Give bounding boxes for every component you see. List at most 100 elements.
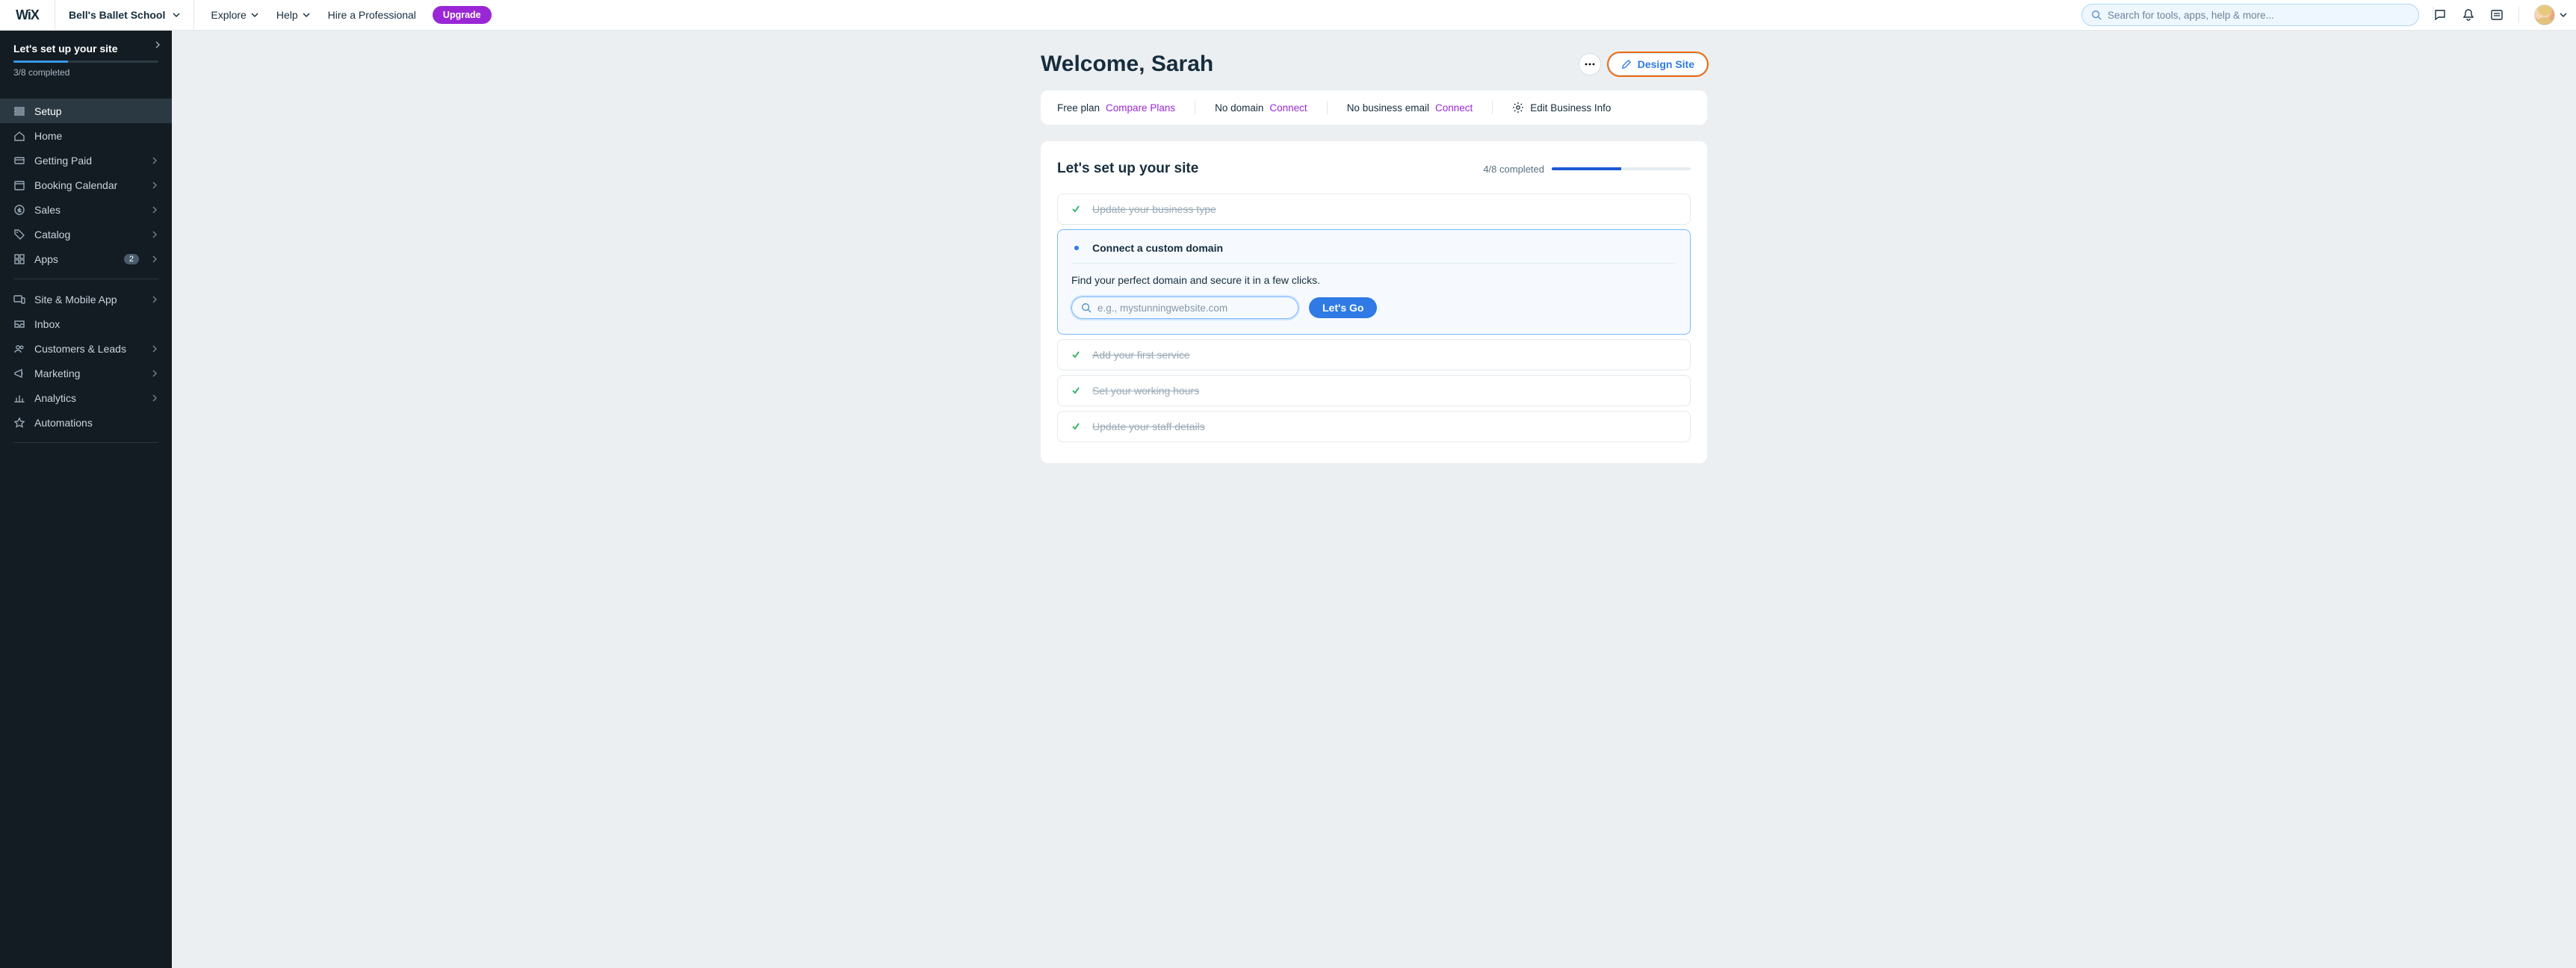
sidebar-item-inbox[interactable]: Inbox bbox=[0, 311, 172, 336]
chevron-right-icon bbox=[151, 231, 158, 238]
sidebar-setup-card[interactable]: Let's set up your site 3/8 completed bbox=[0, 31, 172, 85]
sidebar-item-site-mobile-app[interactable]: Site & Mobile App bbox=[0, 287, 172, 311]
connect-email-link[interactable]: Connect bbox=[1435, 102, 1473, 114]
divider bbox=[1492, 101, 1493, 114]
sidebar-progress-bar bbox=[13, 60, 158, 63]
sidebar-item-booking-calendar[interactable]: Booking Calendar bbox=[0, 173, 172, 197]
setup-step-done[interactable]: Add your first service bbox=[1057, 339, 1691, 370]
nav-hire-label: Hire a Professional bbox=[328, 9, 416, 21]
sidebar-item-apps[interactable]: Apps2 bbox=[0, 246, 172, 271]
topbar: WiX Bell's Ballet School Explore Help Hi… bbox=[0, 0, 2576, 31]
setup-progress-text: 4/8 completed bbox=[1483, 164, 1544, 175]
sidebar-item-automations[interactable]: Automations bbox=[0, 410, 172, 435]
chevron-right-icon bbox=[154, 41, 161, 49]
edit-business-info-label: Edit Business Info bbox=[1530, 102, 1611, 114]
nav-help[interactable]: Help bbox=[269, 4, 318, 25]
devices-icon bbox=[13, 294, 25, 305]
design-site-label: Design Site bbox=[1638, 58, 1694, 70]
step-label: Set your working hours bbox=[1092, 385, 1199, 397]
chevron-down-icon bbox=[2560, 11, 2567, 19]
chevron-right-icon bbox=[151, 157, 158, 164]
nav-explore[interactable]: Explore bbox=[203, 4, 265, 25]
sidebar-item-marketing[interactable]: Marketing bbox=[0, 361, 172, 385]
top-nav: Explore Help Hire a Professional Upgrade bbox=[194, 4, 491, 25]
sidebar-item-setup[interactable]: Setup bbox=[0, 99, 172, 123]
top-utility-icons bbox=[2433, 4, 2576, 25]
more-actions-button[interactable] bbox=[1579, 53, 1601, 75]
nav-hire-professional[interactable]: Hire a Professional bbox=[321, 4, 424, 25]
connect-domain-link[interactable]: Connect bbox=[1269, 102, 1307, 114]
sidebar-item-catalog[interactable]: Catalog bbox=[0, 222, 172, 246]
bullet-icon bbox=[1074, 246, 1079, 250]
sidebar-divider bbox=[13, 442, 158, 443]
setup-step-done[interactable]: Set your working hours bbox=[1057, 375, 1691, 406]
global-search-input[interactable] bbox=[2108, 10, 2409, 21]
design-site-button[interactable]: Design Site bbox=[1609, 53, 1707, 75]
global-search[interactable] bbox=[2081, 4, 2419, 26]
list-icon bbox=[13, 105, 25, 117]
chevron-down-icon bbox=[251, 11, 258, 19]
upgrade-button-label: Upgrade bbox=[443, 10, 481, 20]
setup-progress: 4/8 completed bbox=[1483, 164, 1691, 175]
users-icon bbox=[13, 343, 25, 355]
megaphone-icon bbox=[13, 367, 25, 379]
sidebar-item-analytics[interactable]: Analytics bbox=[0, 385, 172, 410]
step-label: Update your staff details bbox=[1092, 421, 1205, 432]
chat-icon[interactable] bbox=[2433, 8, 2447, 22]
site-switcher-name: Bell's Ballet School bbox=[69, 9, 165, 21]
sidebar-item-label: Marketing bbox=[34, 367, 142, 379]
chevron-right-icon bbox=[151, 182, 158, 189]
bell-icon[interactable] bbox=[2462, 8, 2475, 22]
sidebar-item-label: Apps bbox=[34, 253, 115, 265]
domain-search[interactable] bbox=[1071, 297, 1298, 319]
sidebar-item-label: Booking Calendar bbox=[34, 179, 142, 191]
edit-business-info-button[interactable]: Edit Business Info bbox=[1512, 102, 1611, 114]
domain-search-input[interactable] bbox=[1097, 302, 1289, 314]
wix-logo-text: WiX bbox=[16, 7, 39, 23]
setup-panel-title: Let's set up your site bbox=[1057, 161, 1198, 177]
sidebar-item-getting-paid[interactable]: Getting Paid bbox=[0, 148, 172, 173]
sidebar-progress-text: 3/8 completed bbox=[13, 67, 158, 78]
sidebar-item-label: Home bbox=[34, 130, 158, 142]
ellipsis-icon bbox=[1585, 63, 1595, 66]
tag-icon bbox=[13, 229, 25, 241]
upgrade-button[interactable]: Upgrade bbox=[433, 6, 492, 24]
chevron-down-icon bbox=[303, 11, 310, 19]
main-content: Welcome, Sarah Design Site bbox=[172, 31, 2576, 968]
wix-logo[interactable]: WiX bbox=[0, 0, 55, 30]
chevron-right-icon bbox=[151, 206, 158, 214]
gear-icon bbox=[1512, 102, 1524, 114]
card-icon bbox=[13, 155, 25, 167]
step-label: Add your first service bbox=[1092, 349, 1190, 361]
sidebar-item-customers-leads[interactable]: Customers & Leads bbox=[0, 336, 172, 361]
account-menu[interactable] bbox=[2534, 4, 2567, 25]
nav-help-label: Help bbox=[276, 9, 298, 21]
sidebar-item-sales[interactable]: Sales bbox=[0, 197, 172, 222]
sidebar: Let's set up your site 3/8 completed Set… bbox=[0, 31, 172, 968]
setup-step-done[interactable]: Update your staff details bbox=[1057, 411, 1691, 442]
setup-progress-bar bbox=[1552, 167, 1691, 170]
check-icon bbox=[1071, 205, 1082, 214]
site-switcher[interactable]: Bell's Ballet School bbox=[55, 0, 194, 30]
chevron-right-icon bbox=[151, 345, 158, 353]
sidebar-item-label: Sales bbox=[34, 204, 142, 216]
chevron-right-icon bbox=[151, 370, 158, 377]
calendar-icon bbox=[13, 179, 25, 191]
email-label: No business email bbox=[1347, 102, 1429, 114]
check-icon bbox=[1071, 422, 1082, 431]
pencil-icon bbox=[1621, 59, 1632, 69]
setup-step-done[interactable]: Update your business type bbox=[1057, 193, 1691, 225]
sidebar-setup-title: Let's set up your site bbox=[13, 43, 158, 55]
sidebar-item-home[interactable]: Home bbox=[0, 123, 172, 148]
news-icon[interactable] bbox=[2490, 8, 2504, 22]
lets-go-button[interactable]: Let's Go bbox=[1309, 297, 1377, 318]
inbox-icon bbox=[13, 318, 25, 330]
compare-plans-link[interactable]: Compare Plans bbox=[1106, 102, 1175, 114]
step-label: Update your business type bbox=[1092, 203, 1216, 215]
sidebar-item-label: Getting Paid bbox=[34, 155, 142, 167]
step-description: Find your perfect domain and secure it i… bbox=[1071, 274, 1676, 286]
sidebar-item-label: Inbox bbox=[34, 318, 158, 330]
domain-label: No domain bbox=[1215, 102, 1263, 114]
chevron-right-icon bbox=[151, 255, 158, 263]
home-icon bbox=[13, 130, 25, 142]
